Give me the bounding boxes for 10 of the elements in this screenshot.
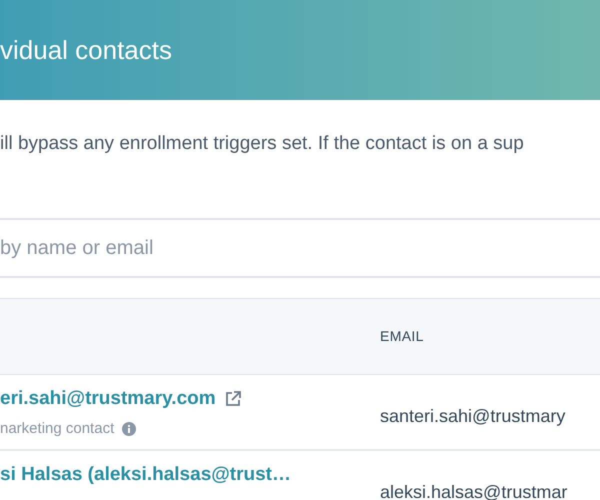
contact-note: narketing contact bbox=[0, 418, 114, 438]
contact-link[interactable]: eri.sahi@trustmary.com bbox=[0, 385, 216, 414]
column-header[interactable]: EMAIL bbox=[380, 326, 424, 347]
external-link-icon[interactable] bbox=[224, 390, 242, 408]
dialog-title: vidual contacts bbox=[0, 34, 172, 66]
info-icon[interactable] bbox=[122, 422, 136, 436]
contact-link[interactable]: si Halsas (aleksi.halsas@trust… bbox=[0, 461, 292, 490]
description-text: ill bypass any enrollment triggers set. If the contact is on a sup bbox=[0, 133, 524, 154]
search-field[interactable]: by name or email bbox=[0, 218, 600, 278]
email-cell-text: santeri.sahi@trustmary bbox=[380, 405, 566, 428]
